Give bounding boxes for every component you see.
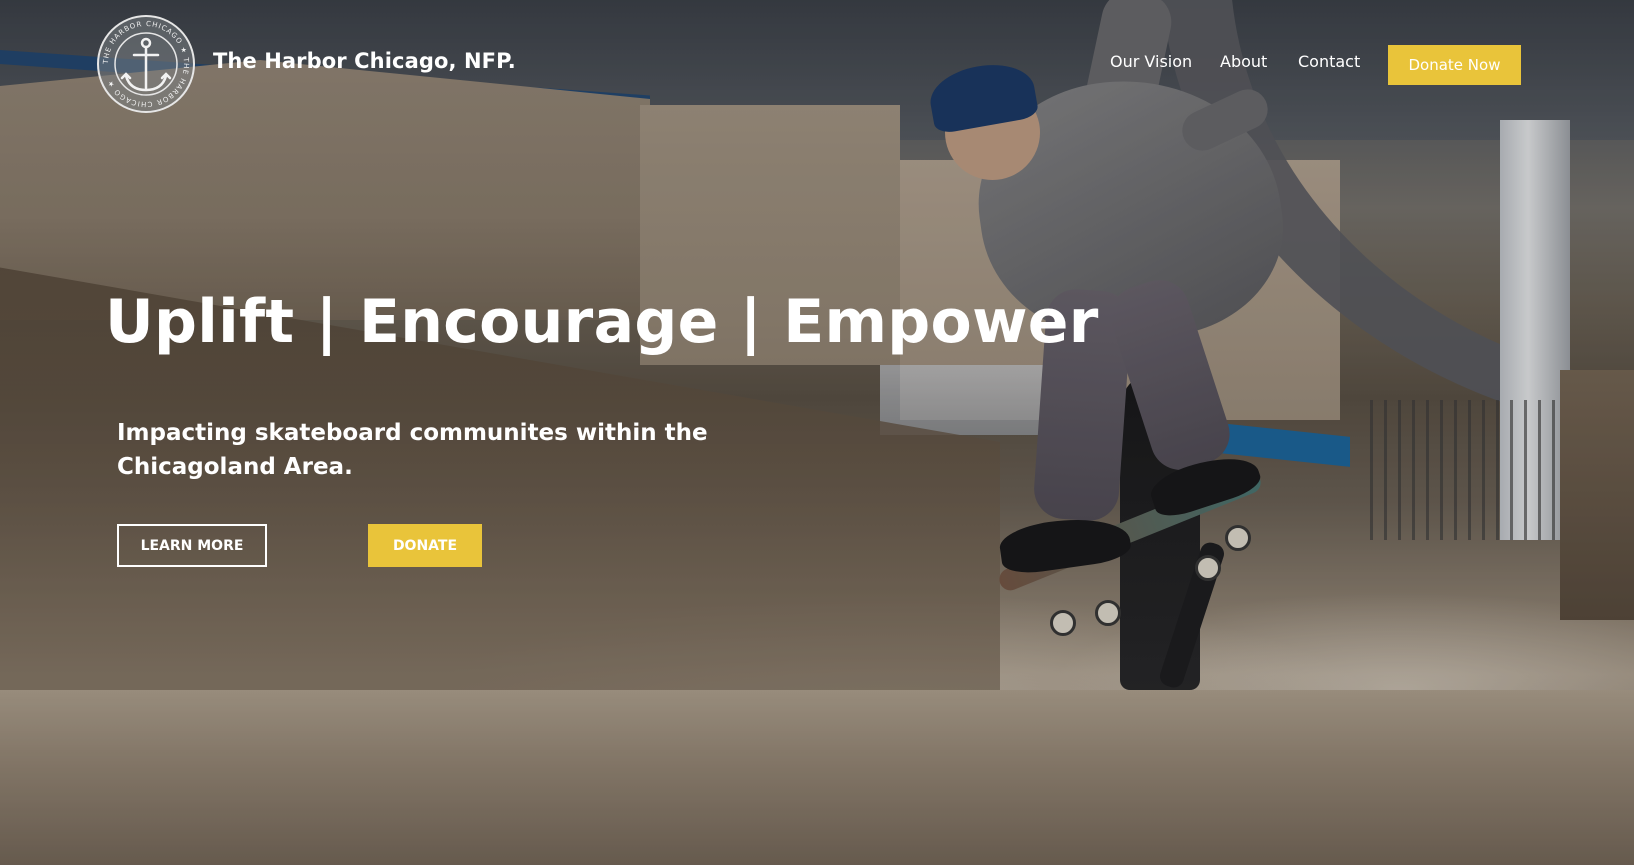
hero-headline: Uplift | Encourage | Empower: [105, 287, 1099, 357]
donate-button[interactable]: DONATE: [368, 524, 482, 567]
nav-about[interactable]: About: [1220, 52, 1267, 71]
nav-contact[interactable]: Contact: [1298, 52, 1360, 71]
hero-subheadline: Impacting skateboard communites within t…: [117, 420, 708, 480]
anchor-seal-icon[interactable]: THE HARBOR CHICAGO ★ THE HARBOR CHICAGO …: [96, 14, 196, 114]
brand-name[interactable]: The Harbor Chicago, NFP.: [213, 49, 516, 73]
learn-more-button[interactable]: LEARN MORE: [117, 524, 267, 567]
donate-now-button[interactable]: Donate Now: [1388, 45, 1521, 85]
nav-our-vision[interactable]: Our Vision: [1110, 52, 1192, 71]
